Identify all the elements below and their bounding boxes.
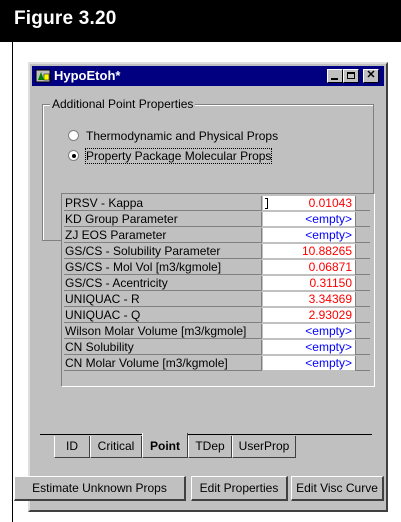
window-title: HypoEtoh* — [54, 68, 121, 83]
property-name: CN Molar Volume [m3/kgmole] — [64, 356, 262, 371]
table-row[interactable]: GS/CS - Solubility Parameter 10.88265 — [64, 244, 370, 260]
edit-properties-button[interactable]: Edit Properties — [191, 476, 288, 501]
app-icon[interactable] — [35, 68, 51, 84]
table-row[interactable]: UNIQUAC - R 3.34369 — [64, 292, 370, 308]
tab-id[interactable]: ID — [54, 436, 90, 458]
group-title: Additional Point Properties — [50, 97, 196, 111]
minimize-icon — [331, 78, 338, 80]
property-value[interactable]: 3.34369 — [269, 292, 355, 307]
cell-end — [355, 356, 370, 371]
property-value[interactable]: 2.93029 — [269, 308, 355, 323]
property-name: PRSV - Kappa — [64, 196, 262, 211]
property-value[interactable]: <empty> — [269, 356, 355, 371]
table-row[interactable]: PRSV - Kappa 0.01043 — [64, 196, 370, 212]
edit-visc-curve-button[interactable]: Edit Visc Curve — [291, 476, 384, 501]
radio-label: Property Package Molecular Props — [84, 148, 273, 164]
cell-end — [355, 244, 370, 259]
cell-end — [355, 324, 370, 339]
tab-point[interactable]: Point — [142, 433, 188, 458]
cell-end — [355, 292, 370, 307]
maximize-button[interactable] — [343, 69, 359, 83]
cell-end — [355, 260, 370, 275]
table-row[interactable]: UNIQUAC - Q 2.93029 — [64, 308, 370, 324]
properties-table: PRSV - Kappa 0.01043 KD Group Parameter … — [61, 193, 375, 387]
table-row[interactable]: GS/CS - Mol Vol [m3/kgmole] 0.06871 — [64, 260, 370, 276]
table-row[interactable]: CN Solubility <empty> — [64, 340, 370, 356]
cell-end — [355, 228, 370, 243]
property-name: GS/CS - Solubility Parameter — [64, 244, 262, 259]
property-value[interactable]: 0.31150 — [269, 276, 355, 291]
radio-icon[interactable] — [68, 150, 79, 161]
radio-icon[interactable] — [68, 130, 79, 141]
cell-end — [355, 308, 370, 323]
tab-critical[interactable]: Critical — [90, 436, 142, 458]
maximize-icon — [347, 72, 355, 79]
property-name: Wilson Molar Volume [m3/kgmole] — [64, 324, 262, 339]
property-value[interactable]: <empty> — [269, 340, 355, 355]
property-value[interactable]: 0.01043 — [269, 196, 355, 211]
page-rule — [12, 42, 13, 522]
table-row[interactable]: Wilson Molar Volume [m3/kgmole] <empty> — [64, 324, 370, 340]
title-bar[interactable]: HypoEtoh* ✕ — [32, 66, 384, 86]
cell-end — [355, 276, 370, 291]
cell-end — [355, 196, 370, 211]
table-row[interactable]: ZJ EOS Parameter <empty> — [64, 228, 370, 244]
property-value[interactable]: 10.88265 — [269, 244, 355, 259]
close-icon: ✕ — [366, 69, 376, 81]
tab-userprop[interactable]: UserProp — [232, 436, 296, 458]
table-row[interactable]: KD Group Parameter <empty> — [64, 212, 370, 228]
radio-label: Thermodynamic and Physical Props — [86, 129, 279, 143]
property-value[interactable]: <empty> — [269, 228, 355, 243]
estimate-unknown-props-button[interactable]: Estimate Unknown Props — [14, 476, 186, 501]
property-name: GS/CS - Mol Vol [m3/kgmole] — [64, 260, 262, 275]
property-value[interactable]: <empty> — [269, 324, 355, 339]
property-name: ZJ EOS Parameter — [64, 228, 262, 243]
property-name: CN Solubility — [64, 340, 262, 355]
close-button[interactable]: ✕ — [363, 69, 379, 83]
tab-tdep[interactable]: TDep — [188, 436, 232, 458]
minimize-button[interactable] — [327, 69, 343, 83]
property-value[interactable]: <empty> — [269, 212, 355, 227]
table-row[interactable]: CN Molar Volume [m3/kgmole] <empty> — [64, 356, 370, 372]
cell-end — [355, 212, 370, 227]
property-value[interactable]: 0.06871 — [269, 260, 355, 275]
property-name: UNIQUAC - Q — [64, 308, 262, 323]
edit-caret-icon — [265, 198, 268, 209]
property-name: UNIQUAC - R — [64, 292, 262, 307]
cell-end — [355, 340, 370, 355]
table-row[interactable]: GS/CS - Acentricity 0.31150 — [64, 276, 370, 292]
property-name: KD Group Parameter — [64, 212, 262, 227]
tab-strip-line — [40, 434, 372, 435]
figure-label: Figure 3.20 — [14, 8, 117, 29]
hypo-window: HypoEtoh* ✕ Additional Point Properties … — [14, 62, 388, 512]
property-name: GS/CS - Acentricity — [64, 276, 262, 291]
figure-header: Figure 3.20 — [0, 0, 401, 42]
radio-selected-dot — [72, 154, 76, 158]
